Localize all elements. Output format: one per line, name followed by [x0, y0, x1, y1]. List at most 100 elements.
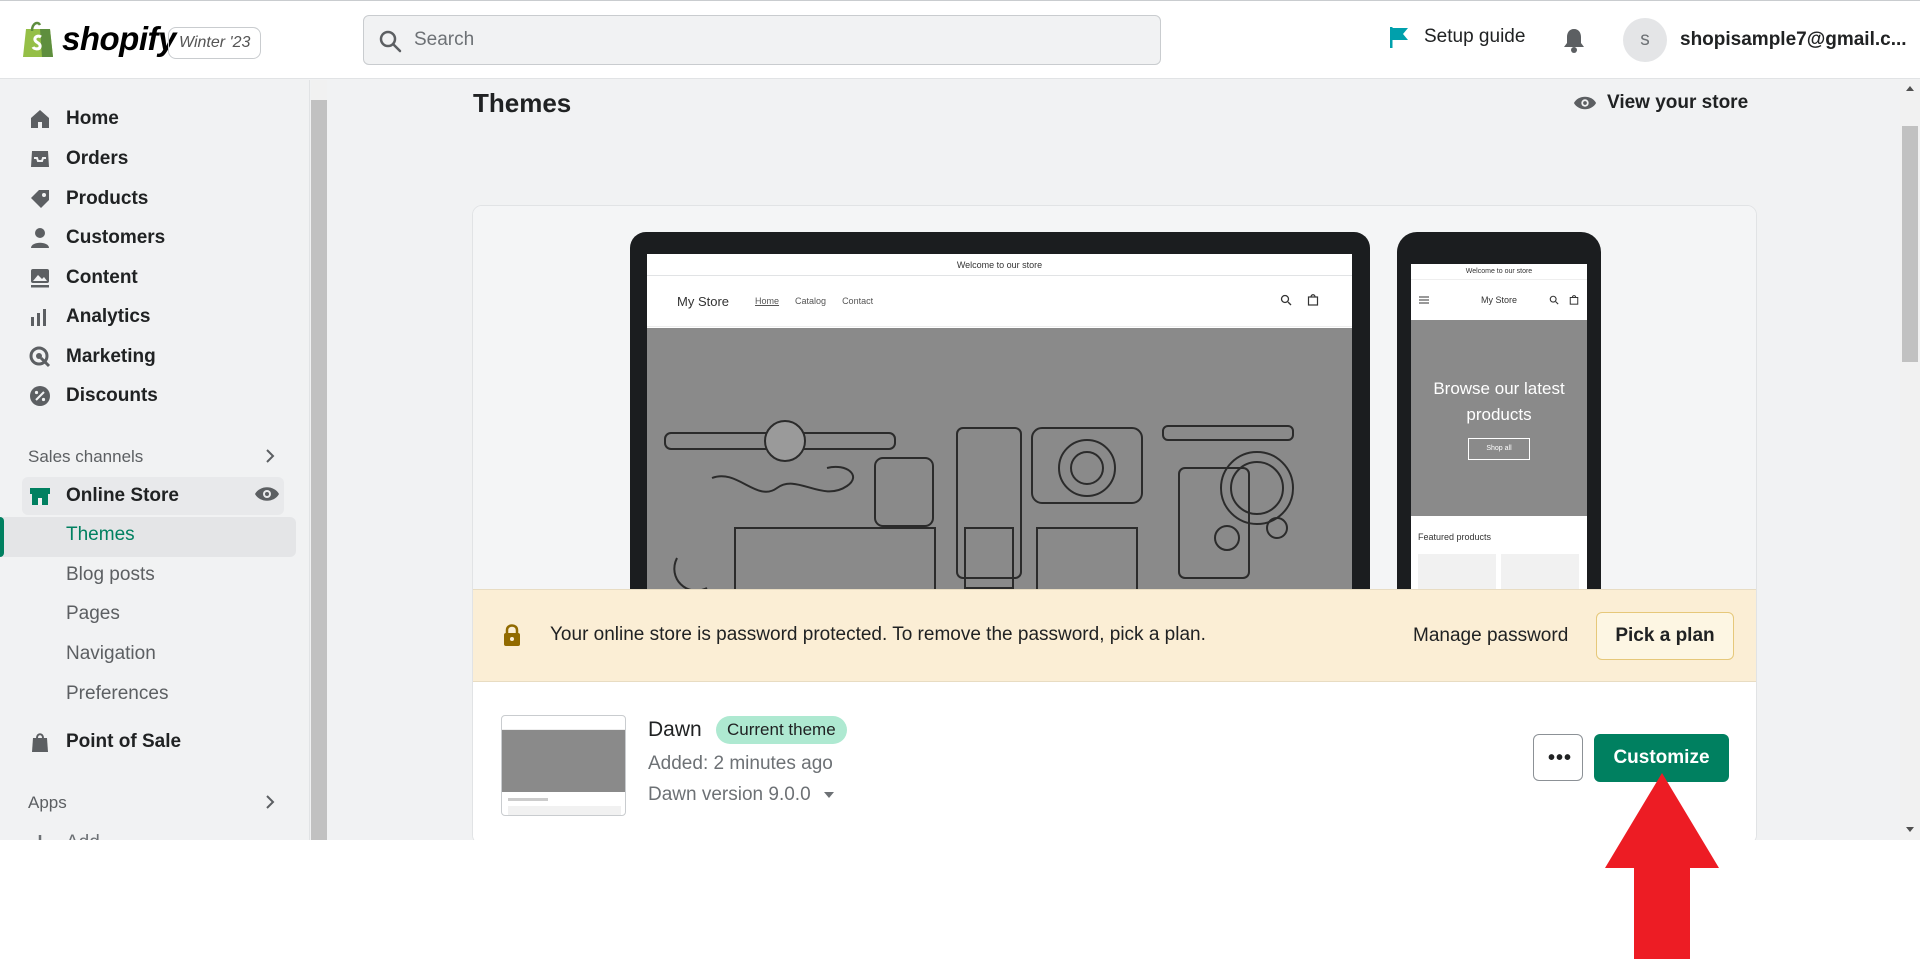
- shopify-admin: shopify Winter '23 Setup guide s shopisa…: [0, 0, 1920, 840]
- banner-message: Your online store is password protected.…: [550, 624, 1206, 645]
- sidebar-subitem-navigation[interactable]: Navigation: [66, 643, 156, 665]
- sidebar-item-label: Customers: [66, 227, 166, 248]
- desktop-preview-frame: Welcome to our store My Store Home Catal…: [630, 232, 1370, 624]
- pick-plan-button[interactable]: Pick a plan: [1596, 612, 1734, 660]
- theme-thumbnail[interactable]: [501, 715, 626, 816]
- mobile-search-icon: [1549, 295, 1559, 305]
- more-actions-button[interactable]: •••: [1533, 734, 1583, 781]
- active-item-indicator: [0, 517, 4, 557]
- avatar: s: [1623, 18, 1667, 62]
- edition-badge: Winter '23: [168, 27, 262, 59]
- mobile-cart-icon: [1569, 295, 1579, 305]
- theme-preview[interactable]: Welcome to our store My Store Home Catal…: [473, 206, 1756, 624]
- mobile-menu-icon: [1419, 296, 1429, 304]
- caret-down-icon: [823, 792, 834, 798]
- theme-added-time: Added: 2 minutes ago: [648, 753, 833, 774]
- flag-icon: [1390, 27, 1408, 48]
- mobile-preview-screen: Welcome to our store My Store Browse our…: [1411, 264, 1587, 604]
- theme-card: Welcome to our store My Store Home Catal…: [472, 205, 1757, 840]
- sidebar-item-label: Add: [66, 832, 100, 840]
- sidebar-item-add-apps[interactable]: Add: [28, 828, 100, 840]
- eye-icon[interactable]: [254, 485, 280, 503]
- sidebar-item-discounts[interactable]: Discounts: [28, 381, 158, 411]
- setup-guide-button[interactable]: Setup guide: [1388, 25, 1525, 49]
- theme-version[interactable]: Dawn version 9.0.0: [648, 784, 835, 806]
- preview-header: My Store Home Catalog Contact: [647, 276, 1352, 327]
- scroll-up-icon[interactable]: [1905, 84, 1915, 92]
- sidebar-item-orders[interactable]: Orders: [28, 144, 128, 174]
- sidebar-subitem-pages[interactable]: Pages: [66, 603, 120, 625]
- sidebar: Home Orders Products Customers Content A…: [0, 80, 310, 840]
- preview-hero-illustration: [664, 420, 1294, 624]
- sidebar-item-label: Marketing: [66, 346, 156, 367]
- sidebar-item-products[interactable]: Products: [28, 184, 148, 214]
- annotation-arrow-icon: [1605, 773, 1719, 959]
- orders-icon: [31, 151, 49, 167]
- sidebar-item-online-store[interactable]: Online Store: [28, 481, 179, 511]
- sidebar-item-point-of-sale[interactable]: Point of Sale: [28, 727, 181, 757]
- sidebar-item-marketing[interactable]: Marketing: [28, 342, 156, 372]
- sidebar-subitem-blog-posts[interactable]: Blog posts: [66, 564, 155, 586]
- mobile-store-name: My Store: [1480, 295, 1517, 305]
- preview-announcement: Welcome to our store: [647, 254, 1352, 276]
- view-store-link[interactable]: View your store: [1573, 92, 1748, 114]
- page-title: Themes: [473, 88, 572, 118]
- shopify-logo[interactable]: shopify: [20, 19, 176, 59]
- more-icon: •••: [1548, 747, 1573, 769]
- image-icon: [31, 269, 49, 288]
- chevron-right-icon[interactable]: [264, 793, 276, 811]
- preview-hero-image: [647, 328, 1352, 624]
- preview-cart-icon: [1307, 294, 1319, 306]
- sidebar-item-home[interactable]: Home: [28, 104, 119, 134]
- pos-icon: [32, 733, 48, 752]
- logo-wordmark: shopify: [62, 20, 176, 57]
- sidebar-item-label: Products: [66, 188, 149, 209]
- sidebar-subitem-themes[interactable]: Themes: [66, 524, 135, 546]
- bell-icon: [1564, 29, 1584, 53]
- sidebar-item-label: Analytics: [66, 306, 151, 327]
- chevron-right-icon[interactable]: [264, 447, 276, 465]
- bar-chart-icon: [31, 309, 46, 326]
- sidebar-item-customers[interactable]: Customers: [28, 223, 165, 253]
- manage-password-link[interactable]: Manage password: [1413, 625, 1568, 647]
- sales-channels-heading: Sales channels: [28, 447, 144, 466]
- store-icon: [30, 488, 50, 505]
- preview-nav: Home Catalog Contact: [755, 296, 889, 306]
- discount-icon: [30, 386, 50, 406]
- password-banner: Your online store is password protected.…: [473, 589, 1756, 682]
- lock-icon: [504, 624, 520, 646]
- shopping-bag-icon: [23, 21, 53, 57]
- scroll-down-icon[interactable]: [1905, 826, 1915, 834]
- eye-icon: [1573, 96, 1597, 110]
- sidebar-item-label: Orders: [66, 148, 129, 169]
- search-input[interactable]: [414, 16, 1134, 64]
- main-scrollbar-thumb[interactable]: [1902, 126, 1918, 362]
- tag-icon: [31, 190, 49, 208]
- search-bar[interactable]: [363, 15, 1161, 65]
- notifications-button[interactable]: [1562, 27, 1586, 58]
- mobile-shop-all-button: Shop all: [1468, 438, 1530, 460]
- person-icon: [31, 228, 49, 248]
- account-menu[interactable]: s shopisample7@gmail.c...: [1623, 18, 1907, 62]
- current-theme-badge: Current theme: [716, 716, 847, 744]
- plus-icon: [38, 835, 42, 840]
- preview-nav-contact: Contact: [842, 296, 874, 306]
- sidebar-subitem-preferences[interactable]: Preferences: [66, 683, 168, 705]
- desktop-preview-screen: Welcome to our store My Store Home Catal…: [647, 254, 1352, 624]
- theme-name: Dawn: [648, 718, 702, 741]
- sidebar-scrollbar-thumb[interactable]: [311, 100, 327, 840]
- account-email: shopisample7@gmail.c...: [1680, 29, 1907, 50]
- apps-heading: Apps: [28, 793, 67, 812]
- preview-nav-home: Home: [755, 296, 780, 306]
- home-icon: [31, 110, 49, 128]
- mobile-featured-heading: Featured products: [1418, 532, 1492, 542]
- sidebar-item-label: Online Store: [66, 485, 179, 506]
- sidebar-item-label: Content: [66, 267, 138, 288]
- sidebar-item-content[interactable]: Content: [28, 263, 138, 293]
- view-store-label: View your store: [1607, 92, 1749, 113]
- search-icon: [379, 30, 402, 53]
- top-bar: shopify Winter '23 Setup guide s shopisa…: [0, 0, 1920, 79]
- sidebar-item-label: Home: [66, 108, 119, 129]
- current-theme-row: Dawn Current theme Added: 2 minutes ago …: [473, 682, 1756, 840]
- sidebar-item-analytics[interactable]: Analytics: [28, 302, 150, 332]
